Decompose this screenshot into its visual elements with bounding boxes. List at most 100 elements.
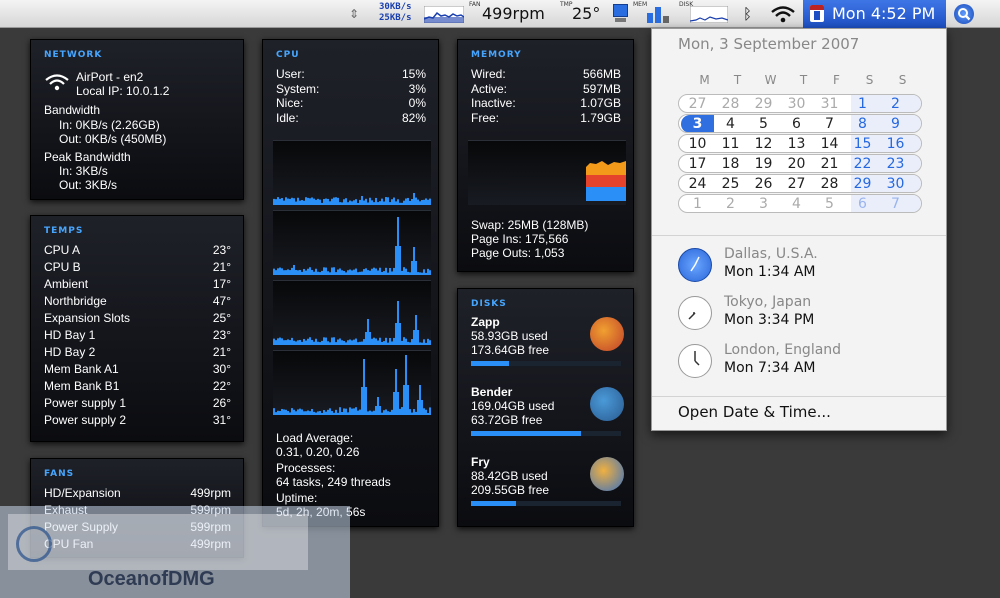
disk-usage-fill: [471, 361, 509, 366]
disk-name: Zapp: [471, 315, 500, 329]
calendar-day[interactable]: 6: [846, 195, 879, 212]
disk-used: 88.42GB used: [471, 469, 548, 483]
calendar-day[interactable]: 31: [813, 95, 846, 112]
memory-menu-icon[interactable]: [613, 4, 628, 23]
disk-graph-icon[interactable]: [690, 6, 728, 23]
disks-panel: DISKS Zapp 58.93GB used 173.64GB free Bende…: [457, 288, 634, 527]
calendar-day[interactable]: 3: [681, 115, 714, 132]
calendar-day[interactable]: 10: [681, 135, 714, 152]
calendar-day[interactable]: 4: [780, 195, 813, 212]
calendar-day[interactable]: 14: [813, 135, 846, 152]
calendar-day[interactable]: 27: [681, 95, 714, 112]
calendar-day[interactable]: 23: [879, 155, 912, 172]
calendar-day[interactable]: 2: [714, 195, 747, 212]
calendar-day[interactable]: 5: [813, 195, 846, 212]
temp-value: 21°: [212, 260, 231, 274]
mem-stat-name: Inactive:: [471, 96, 516, 111]
calendar-day[interactable]: 17: [681, 155, 714, 172]
calendar-day[interactable]: 1: [846, 95, 879, 112]
fan-speed[interactable]: 499rpm: [482, 0, 545, 28]
calendar-day[interactable]: 29: [846, 175, 879, 192]
calendar-day[interactable]: 2: [879, 95, 912, 112]
calendar-day[interactable]: 15: [846, 135, 879, 152]
calendar-day[interactable]: 12: [747, 135, 780, 152]
cpu-stat-name: System:: [276, 81, 320, 96]
temp-value: 47°: [212, 294, 231, 308]
swap-text: Swap: 25MB (128MB): [471, 218, 589, 232]
calendar-day[interactable]: 29: [747, 95, 780, 112]
calendar-day[interactable]: 7: [813, 115, 846, 132]
open-date-time-item[interactable]: Open Date & Time...: [678, 403, 831, 421]
calendar-day[interactable]: 8: [846, 115, 879, 132]
calendar-day[interactable]: 3: [747, 195, 780, 212]
calendar-day[interactable]: 19: [747, 155, 780, 172]
calendar-day[interactable]: 26: [747, 175, 780, 192]
processes-label: Processes:: [276, 461, 336, 475]
calendar-day[interactable]: 7: [879, 195, 912, 212]
cpu-title: CPU: [276, 50, 300, 60]
weekday-label: W: [764, 73, 777, 87]
disk-label: DISK: [679, 1, 694, 8]
bluetooth-icon[interactable]: ᛒ: [743, 0, 752, 28]
calendar-day[interactable]: 4: [714, 115, 747, 132]
calendar-day[interactable]: 22: [846, 155, 879, 172]
menubar-network-item[interactable]: 30KB/s 25KB/s: [379, 2, 412, 24]
cpu-stat-value: 82%: [401, 110, 426, 125]
calendar-day[interactable]: 30: [879, 175, 912, 192]
calendar-day[interactable]: 11: [714, 135, 747, 152]
world-clock-time: Mon 1:34 AM: [724, 264, 816, 280]
watermark-thumbnail: [8, 514, 308, 570]
calendar-day[interactable]: 24: [681, 175, 714, 192]
calendar-day[interactable]: 25: [714, 175, 747, 192]
network-interface: AirPort - en2: [76, 70, 144, 84]
calendar-day[interactable]: 21: [813, 155, 846, 172]
wifi-icon[interactable]: [770, 5, 796, 23]
clock-face-icon: [678, 296, 712, 330]
temp-label: TMP: [560, 1, 573, 8]
menubar-clock[interactable]: Mon 4:52 PM: [803, 0, 946, 28]
date-header: Mon, 3 September 2007: [678, 35, 860, 53]
cpu-graph-2: [273, 210, 431, 275]
calendar-day[interactable]: 28: [813, 175, 846, 192]
mem-stat-value: 1.07GB: [580, 96, 621, 111]
calendar-day[interactable]: 30: [780, 95, 813, 112]
weekday-label: S: [865, 73, 874, 87]
disk-free: 63.72GB free: [471, 413, 543, 427]
temperature[interactable]: 25°: [572, 0, 600, 28]
network-graph-icon[interactable]: [424, 6, 464, 23]
temp-value: 22°: [212, 379, 231, 393]
bandwidth-label: Bandwidth: [44, 103, 101, 117]
calendar-day[interactable]: 18: [714, 155, 747, 172]
mem-bars-icon[interactable]: [647, 5, 669, 23]
temp-value: 26°: [212, 396, 231, 410]
spotlight-icon[interactable]: [954, 4, 974, 24]
bandwidth-in: In: 0KB/s (2.26GB): [59, 118, 160, 132]
temp-name: Mem Bank A1: [44, 362, 119, 376]
cpu-stat-value: 3%: [408, 81, 426, 96]
cpu-stat-name: User:: [276, 67, 305, 81]
calendar-day[interactable]: 5: [747, 115, 780, 132]
calendar-day[interactable]: 28: [714, 95, 747, 112]
temp-name: Expansion Slots: [44, 311, 131, 325]
temp-name: Ambient: [44, 277, 89, 291]
memory-title: MEMORY: [471, 50, 522, 60]
weekday-label: T: [799, 73, 808, 87]
calendar-day[interactable]: 20: [780, 155, 813, 172]
bandwidth-out: Out: 0KB/s (450MB): [59, 132, 167, 146]
calendar-day[interactable]: 6: [780, 115, 813, 132]
temps-title: TEMPS: [44, 226, 84, 236]
temp-name: Northbridge: [44, 294, 107, 308]
scroll-arrows-icon[interactable]: ⇕: [349, 0, 359, 28]
calendar-day[interactable]: 9: [879, 115, 912, 132]
calendar-day[interactable]: 16: [879, 135, 912, 152]
separator: [652, 396, 946, 397]
clock-face-icon: [678, 248, 712, 282]
calendar-day[interactable]: 1: [681, 195, 714, 212]
mem-stat-value: 1.79GB: [580, 110, 621, 125]
mem-stat-name: Active:: [471, 81, 508, 96]
calendar-day[interactable]: 27: [780, 175, 813, 192]
calendar-day[interactable]: 13: [780, 135, 813, 152]
watermark-overlay: OceanofDMG: [0, 506, 350, 598]
processes-values: 64 tasks, 249 threads: [276, 475, 391, 489]
cpu-stat-value: 0%: [408, 96, 426, 111]
